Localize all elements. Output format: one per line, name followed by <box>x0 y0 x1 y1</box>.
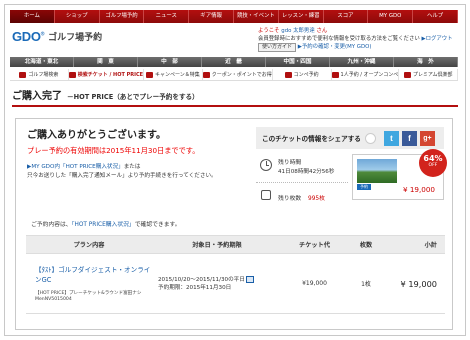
share-bar: このチケットの情報をシェアする t f g+ <box>256 127 444 149</box>
remaining-time-value: 41日08時間42分56秒 <box>278 169 335 175</box>
global-nav-score[interactable]: スコア <box>323 10 369 23</box>
global-nav-events[interactable]: 競技・イベント <box>233 10 279 23</box>
share-label: このチケットの情報をシェアする <box>262 135 361 143</box>
col-date: 対象日・予約期限 <box>192 242 242 249</box>
global-nav-help[interactable]: ヘルプ <box>413 10 458 23</box>
crown-icon <box>403 71 411 78</box>
col-plan: プラン内容 <box>73 242 105 249</box>
global-nav-news[interactable]: ニュース <box>144 10 190 23</box>
mygdo-hot-price-link[interactable]: ▶MY GDO内「HOT PRICE購入状況」 <box>27 164 124 170</box>
clock-icon <box>260 159 272 171</box>
booking-deadline: 予約期限：2015年11月30日 <box>158 284 232 291</box>
order-table: プラン内容 対象日・予約期限 チケット代 枚数 小計 【ﾀｽﾄ】ゴルフダイジェス… <box>26 235 445 314</box>
service-solo[interactable]: 1人予約 / オープンコンペ <box>331 69 400 80</box>
region-kanto[interactable]: 関 東 <box>74 57 138 67</box>
ticket-thumbnail-card[interactable]: 予約 ¥ 19,000 64% OFF <box>352 149 447 200</box>
region-chubu[interactable]: 中 部 <box>138 57 202 67</box>
col-qty: 枚数 <box>359 242 373 249</box>
table-row: 【ﾀｽﾄ】ゴルフダイジェスト・オンラインGC 【HOT PRICE】プレーチケッ… <box>26 254 445 314</box>
global-nav-lessons[interactable]: レッスン・練習 <box>278 10 324 23</box>
search-flag-icon <box>19 71 27 78</box>
plan-name-link[interactable]: 【ﾀｽﾄ】ゴルフダイジェスト・オンラインGC <box>35 264 152 284</box>
user-name-link[interactable]: gdo 太郎男達 <box>281 28 314 34</box>
gdo-logo-mark: GDO® <box>12 29 45 44</box>
ticket-price: ¥ 19,000 <box>403 185 436 194</box>
booking-history-link[interactable]: ▶予約の確認・変更(MY GDO) <box>298 44 372 50</box>
ticket-price-cell: ¥19,000 <box>302 280 327 287</box>
confirm-note: ご予約内容は、「HOT PRICE購入状況」で確認できます。 <box>31 222 181 228</box>
global-nav-shop[interactable]: ショップ <box>54 10 100 23</box>
welcome-suffix: さん <box>316 28 328 34</box>
region-hokkaido-tohoku[interactable]: 北海道・東北 <box>10 57 74 67</box>
ticket-count-icon <box>261 190 271 200</box>
thanks-heading: ご購入ありがとうございます。 <box>27 130 166 141</box>
global-nav-gear[interactable]: ギア情報 <box>189 10 234 23</box>
remaining-time-label: 残り時間 <box>278 160 302 166</box>
page-title: ご購入完了 <box>12 91 62 102</box>
facebook-icon[interactable]: f <box>401 130 417 146</box>
date-cell: 2015/10/20～2015/11/30の平日 予約期限：2015年11月30… <box>152 275 282 292</box>
global-nav-home[interactable]: ホーム <box>10 10 55 23</box>
region-kyushu-okinawa[interactable]: 九州・沖縄 <box>330 57 394 67</box>
logout-link[interactable]: ▶ログアウト <box>421 36 452 42</box>
welcome-prefix: ようこそ <box>258 28 280 34</box>
region-overseas[interactable]: 海 外 <box>394 57 458 67</box>
booking-tag: 予約 <box>357 184 371 190</box>
stats-divider <box>256 182 348 183</box>
ticket-icon <box>68 71 76 78</box>
plan-cell: 【ﾀｽﾄ】ゴルフダイジェスト・オンラインGC 【HOT PRICE】プレーチケッ… <box>26 264 152 303</box>
global-nav-mygdo[interactable]: MY GDO <box>368 10 414 23</box>
col-subtotal: 小計 <box>424 242 437 249</box>
col-ticket-price: チケット代 <box>299 242 330 249</box>
service-nav: ゴルフ場検索 検索チケット / HOT PRICE キャンペーン＆特集 クーポン… <box>10 69 458 81</box>
discount-badge: 64% OFF <box>419 149 447 177</box>
global-nav-course-booking[interactable]: ゴルフ場予約 <box>99 10 145 23</box>
person-icon <box>331 71 339 78</box>
date-range: 2015/10/20～2015/11/30の平日 <box>158 276 245 283</box>
next-step-note: ▶MY GDO内「HOT PRICE購入状況」または 只今お送りした「購入完了通… <box>27 163 262 181</box>
discount-percent: 64% <box>423 154 443 163</box>
remaining-count-value: 995枚 <box>308 196 325 202</box>
guide-button[interactable]: 使い方ガイド <box>258 43 297 52</box>
google-plus-icon[interactable]: g+ <box>419 130 435 146</box>
region-kinki[interactable]: 近 畿 <box>202 57 266 67</box>
ticket-stats: 残り時間 41日08時間42分56秒 残り枚数 995枚 予約 ¥ 19,000… <box>256 149 447 207</box>
purchase-complete-panel: ご購入ありがとうございます。 プレー予約の有効期間は2015年11月30日までで… <box>15 118 453 330</box>
email-instruction: 只今お送りした「購入完了通知メール」より予約手続きを行ってください。 <box>27 173 217 179</box>
course-photo <box>357 159 397 183</box>
qty-cell: 1枚 <box>361 281 371 288</box>
region-nav: 北海道・東北 関 東 中 部 近 畿 中国・四国 九州・沖縄 海 外 <box>10 57 458 67</box>
validity-deadline: プレー予約の有効期間は2015年11月30日までです。 <box>27 146 200 155</box>
trophy-icon <box>284 71 292 78</box>
discount-off-label: OFF <box>428 163 438 168</box>
member-notice: 会員登録時におすすめで便利な情報を受け取る方法をご覧ください <box>258 36 420 42</box>
user-area: ようこそ gdo 太郎男達 さん 会員登録時におすすめで便利な情報を受け取る方法… <box>258 27 453 52</box>
service-compe[interactable]: コンペ予約 <box>273 69 332 80</box>
twitter-icon[interactable]: t <box>383 130 399 146</box>
service-premium[interactable]: プレミアム倶楽部 <box>399 69 458 80</box>
region-chugoku-shikoku[interactable]: 中国・四国 <box>266 57 330 67</box>
order-table-header: プラン内容 対象日・予約期限 チケット代 枚数 小計 <box>26 235 445 254</box>
share-toggle[interactable] <box>364 132 376 144</box>
campaign-icon <box>146 71 154 78</box>
coupon-icon <box>202 71 210 78</box>
logo-title: ゴルフ場予約 <box>48 33 103 43</box>
subtotal-cell: ¥ 19,000 <box>400 278 437 289</box>
hot-price-status-link[interactable]: 「HOT PRICE購入状況」 <box>72 222 135 228</box>
service-campaign[interactable]: キャンペーン＆特集 <box>144 69 203 80</box>
global-nav: ホーム ショップ ゴルフ場予約 ニュース ギア情報 競技・イベント レッスン・練… <box>10 10 458 23</box>
service-coupon[interactable]: クーポン・ポイントでお得 <box>202 69 273 80</box>
page-subtitle: －HOT PRICE（あとでプレー予約をする） <box>67 93 199 101</box>
site-logo[interactable]: GDO® ゴルフ場予約 <box>12 29 102 44</box>
calendar-icon[interactable] <box>245 275 254 283</box>
remaining-count-label: 残り枚数 <box>278 196 302 202</box>
service-hot-price[interactable]: 検索チケット / HOT PRICE <box>68 69 145 80</box>
plan-description: 【HOT PRICE】プレーチケット&ラウンド富田ナシ MenNV5015004 <box>35 291 142 302</box>
service-course-search[interactable]: ゴルフ場検索 <box>10 69 69 80</box>
page-title-bar: ご購入完了 －HOT PRICE（あとでプレー予約をする） <box>12 88 458 107</box>
